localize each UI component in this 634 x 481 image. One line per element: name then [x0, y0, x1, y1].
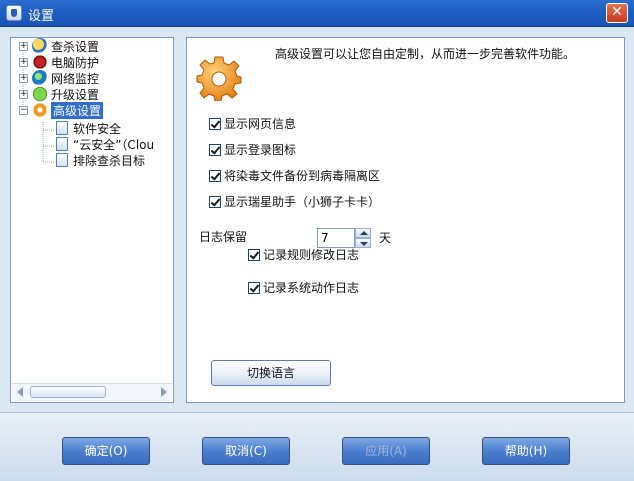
expand-toggle[interactable]: +	[19, 41, 28, 51]
option-label: 显示瑞星助手（小狮子卡卡）	[224, 195, 381, 209]
tree-item-cloud-security[interactable]: “云安全”（Clou	[56, 136, 154, 152]
expand-toggle[interactable]: +	[19, 57, 28, 67]
tree-item-advanced-settings[interactable]: − 高级设置	[19, 101, 104, 119]
log-keep-label: 日志保留	[199, 230, 248, 244]
option-backup-infected[interactable]: 将染毒文件备份到病毒隔离区	[209, 167, 380, 184]
tree-item-scan-settings[interactable]: + 查杀设置	[19, 38, 99, 54]
checkbox[interactable]	[209, 169, 221, 182]
scroll-left-arrow-icon[interactable]	[17, 387, 23, 397]
checkbox[interactable]	[209, 143, 221, 156]
page-icon	[56, 153, 68, 167]
settings-body: + 查杀设置 + 电脑防护 + 网络监控 + 升级设置 − 高级设置 软件安全	[3, 27, 631, 412]
cancel-button[interactable]: 取消(C)	[202, 437, 290, 465]
checkbox[interactable]	[209, 195, 221, 208]
option-label: 将染毒文件备份到病毒隔离区	[224, 169, 381, 183]
dialog-footer: 确定(O) 取消(C) 应用(A) 帮助(H)	[0, 412, 634, 481]
tree-item-network-monitor[interactable]: + 网络监控	[19, 70, 99, 86]
advanced-settings-panel: 高级设置可以让您自由定制，从而进一步完善软件功能。 显示网页信息 显示登录图标 …	[186, 37, 625, 403]
option-label: 记录规则修改日志	[263, 248, 360, 262]
option-label: 显示网页信息	[224, 117, 297, 131]
network-globe-icon	[32, 70, 48, 86]
help-button[interactable]: 帮助(H)	[482, 437, 570, 465]
close-button[interactable]: ✕	[606, 3, 628, 23]
spin-up-icon[interactable]	[355, 228, 371, 238]
checkbox[interactable]	[248, 248, 260, 261]
log-keep-unit: 天	[379, 231, 392, 245]
page-icon	[56, 121, 68, 135]
checkbox[interactable]	[248, 281, 260, 294]
apply-button[interactable]: 应用(A)	[342, 437, 430, 465]
tree-item-label: 升级设置	[51, 87, 100, 102]
option-show-web-info[interactable]: 显示网页信息	[209, 115, 296, 132]
horizontal-scrollbar[interactable]	[12, 383, 172, 401]
tree-item-update-settings[interactable]: + 升级设置	[19, 86, 99, 102]
update-arrow-icon	[32, 86, 48, 102]
tree-item-software-security[interactable]: 软件安全	[56, 120, 121, 136]
protection-icon	[32, 54, 48, 70]
collapse-toggle[interactable]: −	[19, 105, 28, 115]
panel-description: 高级设置可以让您自由定制，从而进一步完善软件功能。	[275, 47, 576, 61]
scroll-right-arrow-icon[interactable]	[161, 387, 167, 397]
switch-language-button[interactable]: 切换语言	[211, 360, 331, 386]
app-shield-icon	[6, 5, 22, 21]
gear-icon	[196, 56, 242, 101]
tree-item-label: 电脑防护	[51, 55, 100, 70]
window-title: 设置	[28, 9, 55, 24]
checkbox[interactable]	[209, 117, 221, 130]
tree-item-label: 查杀设置	[51, 39, 100, 54]
tree-item-label: 软件安全	[73, 121, 122, 136]
search-shield-icon	[32, 38, 48, 54]
settings-tree: + 查杀设置 + 电脑防护 + 网络监控 + 升级设置 − 高级设置 软件安全	[10, 37, 174, 403]
page-icon	[56, 137, 68, 151]
option-log-system-actions[interactable]: 记录系统动作日志	[248, 279, 359, 296]
expand-toggle[interactable]: +	[19, 73, 28, 83]
log-days-input[interactable]	[317, 228, 355, 248]
tree-item-label: 网络监控	[51, 71, 100, 86]
ok-button[interactable]: 确定(O)	[62, 437, 150, 465]
option-show-login-icon[interactable]: 显示登录图标	[209, 141, 296, 158]
option-log-rule-changes[interactable]: 记录规则修改日志	[248, 246, 359, 263]
gear-icon	[32, 102, 48, 118]
tree-item-label: 排除查杀目标	[73, 153, 146, 168]
log-days-stepper[interactable]	[317, 228, 372, 248]
tree-item-label: “云安全”（Clou	[73, 137, 155, 152]
tree-item-label: 高级设置	[51, 101, 104, 119]
option-label: 显示登录图标	[224, 143, 297, 157]
tree-item-pc-protection[interactable]: + 电脑防护	[19, 54, 99, 70]
expand-toggle[interactable]: +	[19, 89, 28, 99]
option-label: 记录系统动作日志	[263, 281, 360, 295]
tree-item-exclude-targets[interactable]: 排除查杀目标	[56, 152, 145, 168]
title-bar: 设置 ✕	[0, 0, 634, 27]
scroll-thumb[interactable]	[30, 386, 106, 398]
option-show-assistant[interactable]: 显示瑞星助手（小狮子卡卡）	[209, 193, 380, 210]
